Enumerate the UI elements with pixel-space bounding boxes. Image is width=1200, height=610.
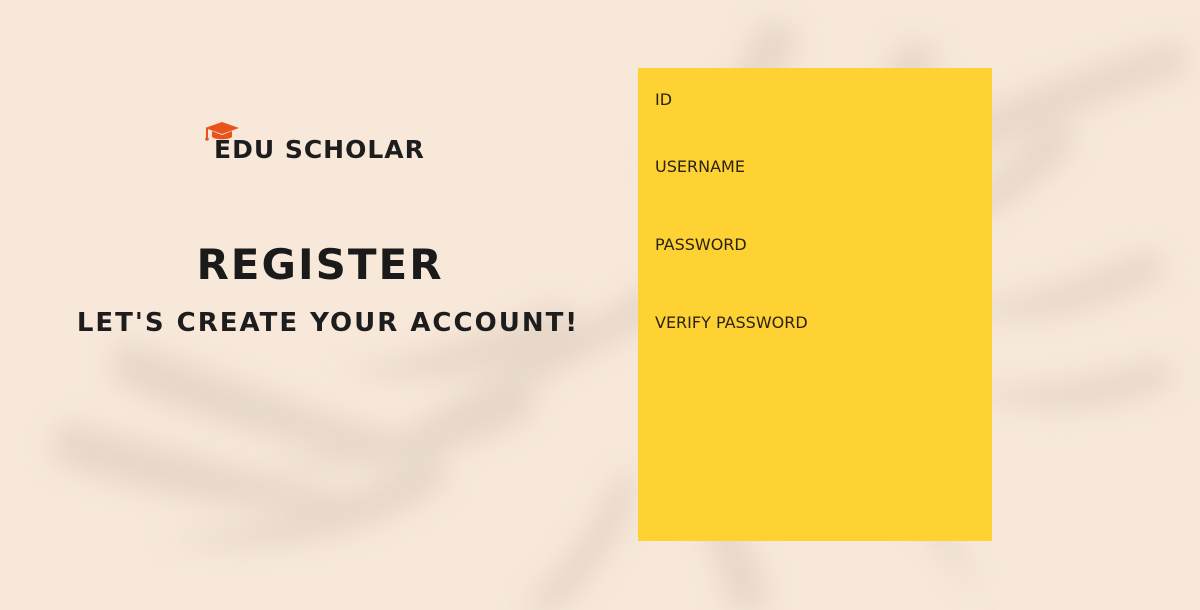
page-subtitle: LET'S CREATE YOUR ACCOUNT!	[76, 308, 580, 338]
id-label: ID	[655, 90, 673, 109]
password-input[interactable]	[655, 258, 975, 288]
id-input[interactable]	[655, 113, 975, 143]
brand-name: EDU SCHOLAR	[214, 135, 425, 164]
verify-password-input[interactable]	[655, 336, 975, 366]
username-input[interactable]	[655, 180, 975, 210]
verify-password-field-group: VERIFY PASSWORD	[655, 313, 975, 366]
brand-logo: EDU SCHOLAR	[204, 118, 464, 170]
id-field-group: ID	[655, 90, 975, 143]
password-label: PASSWORD	[655, 235, 747, 254]
username-label: USERNAME	[655, 157, 745, 176]
verify-password-label: VERIFY PASSWORD	[655, 313, 808, 332]
username-field-group: USERNAME	[655, 157, 975, 210]
palm-shadow-decoration	[0, 0, 1200, 610]
password-field-group: PASSWORD	[655, 235, 975, 288]
registration-form: ID USERNAME PASSWORD VERIFY PASSWORD	[638, 68, 992, 541]
page-title: REGISTER	[196, 240, 444, 289]
